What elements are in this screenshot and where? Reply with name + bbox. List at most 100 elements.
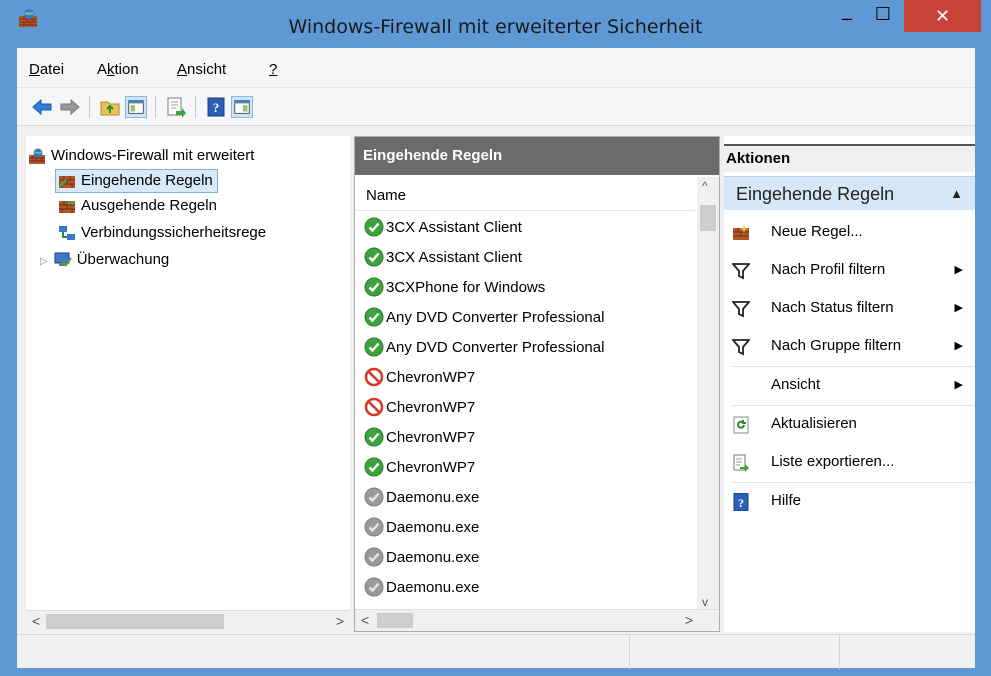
rule-row[interactable]: ChevronWP7 [364,423,475,453]
action-export-list[interactable]: Liste exportieren... [724,444,975,480]
connection-security-icon [59,226,75,241]
scroll-left-icon[interactable]: < [32,613,40,629]
filter-icon [732,339,750,356]
show-hide-action-pane-icon[interactable] [231,96,253,118]
toolbar: ? [17,88,975,126]
rule-name: 3CXPhone for Windows [386,279,546,296]
rule-row[interactable]: Daemonu.exe [364,543,479,573]
rule-row[interactable]: 3CXPhone for Windows [364,273,545,303]
menu-datei-accel: D [29,61,40,78]
scroll-right-icon[interactable]: > [685,612,693,628]
rule-row[interactable]: Daemonu.exe [364,513,479,543]
filter-icon [732,263,750,280]
action-filter-profile[interactable]: Nach Profil filtern ▶ [724,252,975,288]
export-list-icon[interactable] [165,96,187,118]
tree-horizontal-scrollbar[interactable]: < > [26,610,350,632]
outbound-rules-icon [59,201,75,214]
actions-group-inbound-rules[interactable]: Eingehende Regeln ▲ [724,176,975,210]
status-cell [839,635,975,669]
title-bar[interactable]: Windows-Firewall mit erweiterter Sicherh… [0,0,991,48]
export-list-icon [733,454,749,472]
expand-arrow-icon[interactable]: ▷ [40,256,48,267]
tree-root[interactable]: Windows-Firewall mit erweitert [28,145,254,169]
maximize-button[interactable]: ☐ [868,4,898,36]
action-filter-status[interactable]: Nach Status filtern ▶ [724,290,975,326]
tree-item-inbound-rules[interactable]: Eingehende Regeln [55,169,218,193]
action-view[interactable]: Ansicht ▶ [724,367,975,403]
scroll-thumb[interactable] [700,205,716,231]
column-header-name[interactable]: Name [355,181,695,211]
refresh-icon [733,416,749,434]
help-icon[interactable]: ? [205,96,227,118]
tree-item-label: Verbindungssicherheitsrege [81,224,267,241]
rule-name: ChevronWP7 [386,399,476,416]
action-label: Liste exportieren... [771,453,895,470]
svg-text:?: ? [738,496,744,510]
menu-bar: Datei Aktion Ansicht ? [17,48,975,88]
rule-name: ChevronWP7 [386,459,476,476]
action-filter-group[interactable]: Nach Gruppe filtern ▶ [724,328,975,364]
navigation-tree: Windows-Firewall mit erweitert Eingehend… [26,136,350,632]
back-arrow-icon[interactable] [31,96,53,118]
scroll-down-icon[interactable]: v [702,595,708,609]
action-label: Aktualisieren [771,415,857,432]
rule-row[interactable]: 3CX Assistant Client [364,213,522,243]
action-new-rule[interactable]: Neue Regel... [724,214,975,250]
tree-item-monitoring[interactable]: ▷ Überwachung [40,249,169,273]
rules-pane-title: Eingehende Regeln [355,137,719,175]
blocked-circle-icon [364,367,384,387]
rules-horizontal-scrollbar[interactable]: < > [355,609,719,631]
submenu-arrow-icon: ▶ [954,302,963,314]
status-bar [17,634,975,669]
action-label: Hilfe [771,492,802,509]
scroll-left-icon[interactable]: < [361,612,369,628]
menu-help-label: ? [269,61,278,78]
rules-vertical-scrollbar[interactable]: ^ v [697,177,719,611]
menu-ansicht[interactable]: Ansicht [177,61,226,78]
rule-row[interactable]: Daemonu.exe [364,573,479,603]
close-button[interactable]: ✕ [904,0,981,32]
rule-name: Daemonu.exe [386,489,480,506]
tree-item-connection-security[interactable]: Verbindungssicherheitsrege [58,222,266,246]
rule-row[interactable]: ChevronWP7 [364,393,475,423]
rule-row[interactable]: Any DVD Converter Professional [364,333,604,363]
inbound-rules-icon [58,176,75,189]
action-refresh[interactable]: Aktualisieren [724,406,975,442]
action-label: Neue Regel... [771,223,863,240]
rule-name: Daemonu.exe [386,549,480,566]
scroll-thumb[interactable] [46,614,224,629]
rule-row[interactable]: 3CX Assistant Client [364,243,522,273]
toolbar-separator [195,96,196,118]
collapse-triangle-icon[interactable]: ▲ [950,177,963,211]
tree-item-label: Überwachung [76,251,170,268]
menu-help[interactable]: ? [269,61,277,78]
rule-row[interactable]: ChevronWP7 [364,453,475,483]
rule-name: Daemonu.exe [386,579,480,596]
main-content: Windows-Firewall mit erweitert Eingehend… [17,126,975,634]
actions-header: Aktionen [724,144,975,172]
rule-name: ChevronWP7 [386,369,476,386]
scroll-up-icon[interactable]: ^ [702,179,708,193]
tree-item-outbound-rules[interactable]: Ausgehende Regeln [58,195,217,219]
allowed-check-icon [364,307,384,327]
action-help[interactable]: ? Hilfe [724,483,975,519]
allowed-check-icon [364,247,384,267]
menu-aktion-accel: k [107,61,115,78]
rule-row[interactable]: ChevronWP7 [364,363,475,393]
scroll-right-icon[interactable]: > [336,613,344,629]
blocked-circle-icon [364,397,384,417]
menu-ansicht-accel: A [177,61,188,78]
menu-datei[interactable]: Datei [29,61,64,78]
up-folder-icon[interactable] [99,96,121,118]
rules-list-pane: Eingehende Regeln Name 3CX Assistant Cli… [354,136,720,632]
action-label: Nach Profil filtern [771,261,886,278]
rule-row[interactable]: Daemonu.exe [364,483,479,513]
rule-row[interactable]: Any DVD Converter Professional [364,303,604,333]
minimize-button[interactable]: – [832,8,862,40]
menu-aktion[interactable]: Aktion [97,61,139,78]
scroll-thumb[interactable] [377,613,413,628]
allowed-check-icon [364,277,384,297]
forward-arrow-icon[interactable] [59,96,81,118]
show-hide-tree-icon[interactable] [125,96,147,118]
menu-datei-rest: atei [39,61,65,78]
